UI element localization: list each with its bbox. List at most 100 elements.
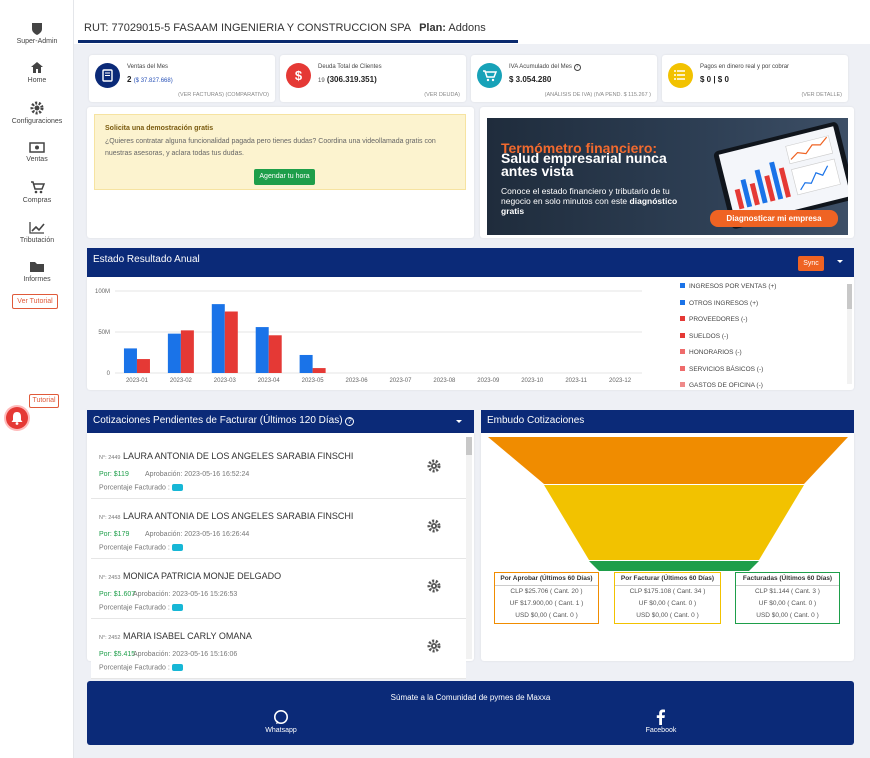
funnel-box-title: Por Facturar (Últimos 60 Días): [615, 573, 720, 586]
quote-item[interactable]: N°: 2453 MONICA PATRICIA MONJE DELGADO Po…: [91, 559, 466, 619]
sync-button[interactable]: Sync: [798, 256, 824, 271]
quote-percent-billed: Porcentaje Facturado :: [99, 484, 183, 491]
legend-item[interactable]: GASTOS DE OFICINA (-): [680, 382, 763, 389]
gear-icon: [30, 101, 44, 115]
demo-title: Solicita una demostración gratis: [105, 125, 214, 132]
quotes-scrollbar[interactable]: [466, 437, 472, 659]
gear-icon[interactable]: [427, 519, 441, 533]
funnel-box-clp: CLP $25.706 ( Cant. 20 ): [510, 588, 583, 595]
legend-label: PROVEEDORES (-): [689, 316, 748, 323]
whatsapp-link[interactable]: Whatsapp: [261, 709, 301, 734]
demo-alert: Solicita una demostración gratis ¿Quiere…: [94, 114, 466, 190]
y-tick-label: 0: [107, 371, 111, 377]
quote-percent-billed: Porcentaje Facturado :: [99, 604, 183, 611]
help-icon[interactable]: ?: [573, 64, 581, 71]
tutorial-float-button[interactable]: Tutorial: [29, 394, 59, 408]
x-tick-label: 2023-03: [214, 378, 237, 384]
quote-approval-date: Aprobación: 2023-05-16 16:26:44: [145, 531, 250, 538]
company-rut: RUT: 77029015-5 FASAAM INGENIERIA Y CONS…: [84, 22, 412, 34]
sidebar-item-configuraciones[interactable]: Configuraciones: [0, 101, 74, 125]
bar[interactable]: [167, 333, 181, 373]
kpi-link[interactable]: (VER FACTURAS) (COMPARATIVO): [178, 92, 269, 98]
bar[interactable]: [224, 311, 238, 374]
kpi-link[interactable]: (VER DETALLE): [801, 92, 842, 98]
sidebar-item-tributacion[interactable]: Tributación: [0, 221, 74, 244]
funnel-box-title: Facturadas (Últimos 60 Días): [736, 573, 839, 586]
x-tick-label: 2023-09: [477, 378, 500, 384]
quote-item[interactable]: N°: 2449 LAURA ANTONIA DE LOS ANGELES SA…: [91, 439, 466, 499]
gear-icon[interactable]: [427, 579, 441, 593]
legend-item[interactable]: PROVEEDORES (-): [680, 316, 748, 323]
sidebar-item-ventas[interactable]: Ventas: [0, 142, 74, 163]
quote-number: N°: 2453: [99, 575, 121, 581]
legend-item[interactable]: SUELDOS (-): [680, 332, 728, 340]
kpi-value: 2 ($ 37.827.668): [127, 75, 173, 84]
funnel-box-uf: UF $17.900,00 ( Cant. 1 ): [509, 600, 584, 607]
cart-icon: [30, 181, 45, 194]
diagnosticar-button[interactable]: Diagnosticar mi empresa: [710, 210, 838, 227]
notification-bell-icon[interactable]: [6, 407, 28, 429]
quote-percent-billed: Porcentaje Facturado :: [99, 664, 183, 671]
legend-label: SERVICIOS BÁSICOS (-): [689, 365, 764, 373]
sidebar-item-home[interactable]: Home: [0, 61, 74, 84]
gear-icon[interactable]: [427, 459, 441, 473]
bar[interactable]: [312, 368, 326, 373]
facebook-link[interactable]: Facebook: [641, 709, 681, 734]
legend-item[interactable]: SERVICIOS BÁSICOS (-): [680, 365, 764, 373]
quote-approval-date: Aprobación: 2023-05-16 15:16:06: [133, 651, 238, 658]
funnel-box-clp: CLP $175.108 ( Cant. 34 ): [629, 588, 706, 595]
kpi-value: 19 (306.319.351): [318, 75, 377, 84]
bar[interactable]: [299, 354, 313, 373]
gear-icon[interactable]: [427, 639, 441, 653]
kpi-value: $ 0 | $ 0: [700, 75, 729, 84]
sidebar-item-compras[interactable]: Compras: [0, 181, 74, 204]
quote-percent-label: Porcentaje Facturado :: [99, 664, 170, 672]
x-tick-label: 2023-11: [565, 378, 587, 384]
legend-swatch: [680, 349, 685, 354]
kpi-label-text: IVA Acumulado del Mes: [509, 64, 572, 70]
quote-client-name: MONICA PATRICIA MONJE DELGADO: [122, 571, 282, 581]
bar[interactable]: [255, 327, 269, 373]
kpi-label: Pagos en dinero real y por cobrar: [700, 64, 790, 70]
kpi-link[interactable]: (VER DEUDA): [424, 92, 460, 98]
quote-client: N°: 2449 LAURA ANTONIA DE LOS ANGELES SA…: [99, 451, 353, 461]
quote-item[interactable]: N°: 2448 LAURA ANTONIA DE LOS ANGELES SA…: [91, 499, 466, 559]
funnel-stage-por-facturar[interactable]: [544, 485, 804, 560]
quote-percent-label: Porcentaje Facturado :: [99, 544, 170, 552]
x-tick-label: 2023-01: [126, 378, 149, 384]
legend-item[interactable]: INGRESOS POR VENTAS (+): [680, 283, 776, 290]
footer-title: Súmate a la Comunidad de pymes de Maxxa: [390, 693, 551, 702]
funnel-stage-por-aprobar[interactable]: [488, 437, 848, 484]
funnel-chart: [488, 437, 848, 571]
kpi-value-count: 2: [127, 75, 132, 84]
legend-item[interactable]: HONORARIOS (-): [680, 349, 742, 356]
funnel-stage-facturadas[interactable]: [589, 561, 759, 571]
sidebar-item-informes[interactable]: Informes: [0, 260, 74, 283]
kpi-link[interactable]: (ANÁLISIS DE IVA) (IVA PEND. $ 115.267 ): [545, 92, 651, 98]
agendar-hora-button[interactable]: Agendar tu hora: [254, 169, 315, 185]
sidebar-item-super-admin[interactable]: Super-Admin: [0, 22, 74, 45]
ver-tutorial-button[interactable]: Ver Tutorial: [12, 294, 58, 309]
bar[interactable]: [211, 304, 225, 373]
help-icon[interactable]: ?: [345, 417, 355, 426]
percent-badge: [171, 604, 183, 611]
quote-item[interactable]: N°: 2452 MARIA ISABEL CARLY OMANA Por: $5…: [91, 619, 466, 679]
sidebar-item-label: Informes: [23, 276, 51, 283]
legend-scrollbar[interactable]: [847, 284, 852, 384]
chevron-down-icon[interactable]: [837, 260, 843, 263]
legend-swatch: [680, 299, 685, 305]
legend-item[interactable]: OTROS INGRESOS (+): [680, 299, 758, 307]
promo-banner[interactable]: Termómetro financiero: Salud empresarial…: [487, 118, 848, 235]
bar[interactable]: [136, 359, 150, 373]
kpi-ventas-card: Ventas del Mes 2 ($ 37.827.668) (VER FAC…: [89, 55, 275, 102]
cash-icon: [29, 142, 45, 153]
sidebar-item-label: Ventas: [26, 156, 48, 163]
sidebar: Super-Admin Home Configuraciones Ventas …: [0, 0, 74, 758]
quote-client-name: LAURA ANTONIA DE LOS ANGELES SARABIA FIN…: [122, 451, 354, 461]
chevron-down-icon[interactable]: [456, 420, 462, 423]
bar[interactable]: [268, 335, 282, 373]
bar[interactable]: [123, 348, 137, 373]
legend-swatch: [680, 332, 685, 338]
bar[interactable]: [180, 330, 194, 373]
kpi-value-count: 19: [318, 78, 325, 84]
